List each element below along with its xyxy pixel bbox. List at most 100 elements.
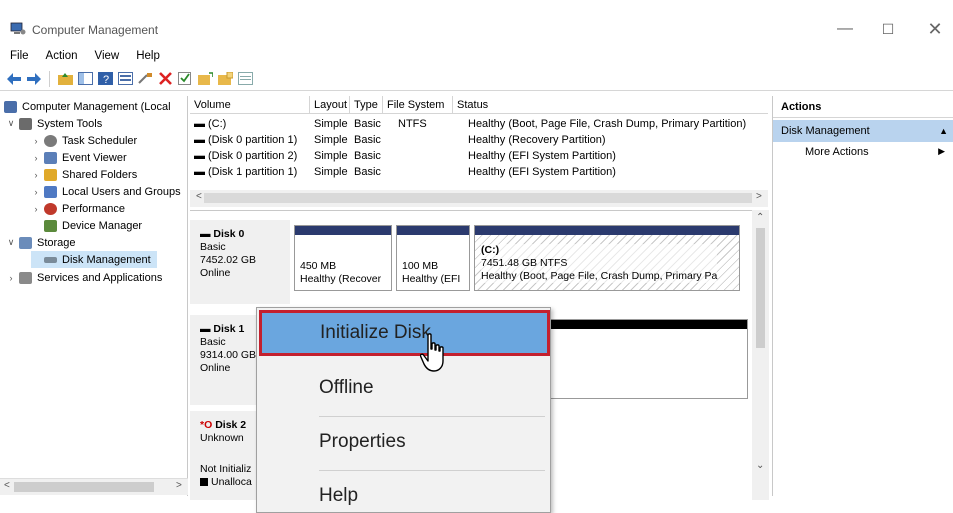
menu-item-help[interactable]: Help	[257, 472, 550, 513]
partition-size: 7451.48 GB NTFS	[481, 257, 568, 269]
volume-row[interactable]: ▬ (C:) Simple Basic NTFS Healthy (Boot, …	[190, 116, 768, 132]
menu-bar: File Action View Help	[0, 48, 167, 66]
forward-icon[interactable]	[26, 71, 42, 87]
scroll-down-icon[interactable]: ⌄	[756, 460, 764, 471]
partition-band	[397, 226, 469, 235]
close-button[interactable]: ✕	[920, 18, 950, 40]
partition-efi[interactable]: 100 MB Healthy (EFI	[396, 225, 470, 291]
expand-arrow-icon[interactable]: ›	[31, 136, 41, 146]
scroll-left-icon[interactable]: <	[4, 480, 10, 491]
tree-item-computer-management[interactable]: Computer Management (Local	[4, 98, 171, 115]
column-header-file-system[interactable]: File System	[383, 96, 453, 114]
scroll-right-icon[interactable]: >	[756, 191, 762, 202]
partition-status: Healthy (Boot, Page File, Crash Dump, Pr…	[481, 270, 718, 282]
disk-type: Basic	[200, 241, 226, 253]
tree-item-system-tools[interactable]: ∨ System Tools	[6, 115, 102, 132]
column-header-layout[interactable]: Layout	[310, 96, 350, 114]
services-icon	[19, 271, 32, 284]
users-icon	[44, 185, 57, 198]
expand-arrow-icon[interactable]: ∨	[6, 118, 16, 129]
up-folder-icon[interactable]	[57, 71, 73, 87]
column-header-volume[interactable]: Volume	[190, 96, 310, 114]
tree-horizontal-scrollbar[interactable]: < >	[0, 478, 188, 495]
volume-status: Healthy (EFI System Partition)	[468, 166, 616, 178]
tree-item-local-users-groups[interactable]: › Local Users and Groups	[31, 183, 181, 200]
tree-item-event-viewer[interactable]: › Event Viewer	[31, 149, 127, 166]
partition-c-drive[interactable]: (C:) 7451.48 GB NTFS Healthy (Boot, Page…	[474, 225, 740, 291]
menu-help[interactable]: Help	[126, 48, 167, 66]
scrollbar-thumb[interactable]	[204, 193, 752, 203]
volume-layout: Simple	[314, 150, 348, 162]
menu-item-initialize-disk[interactable]: Initialize Disk	[259, 310, 550, 356]
expand-arrow-icon[interactable]: ∨	[6, 237, 16, 248]
tree-item-label: Disk Management	[62, 253, 151, 266]
disk-0-label[interactable]: ▬ Disk 0 Basic 7452.02 GB Online	[190, 220, 290, 304]
column-header-status[interactable]: Status	[453, 96, 768, 114]
partition-name: (C:)	[481, 244, 500, 256]
volume-drive-icon: ▬	[194, 150, 205, 162]
computer-management-icon	[10, 22, 26, 35]
maximize-button[interactable]: ☐	[873, 18, 903, 40]
expand-arrow-icon[interactable]: ›	[31, 153, 41, 163]
volume-row[interactable]: ▬ (Disk 1 partition 1) Simple Basic Heal…	[190, 164, 768, 180]
tree-item-performance[interactable]: › Performance	[31, 200, 125, 217]
volume-name: (Disk 1 partition 1)	[208, 166, 298, 178]
tree-item-label: Local Users and Groups	[62, 185, 181, 198]
new-folder-icon[interactable]	[217, 71, 233, 87]
volume-status: Healthy (Recovery Partition)	[468, 134, 606, 146]
tree-item-storage[interactable]: ∨ Storage	[6, 234, 76, 251]
disk-management-icon	[44, 256, 57, 263]
expand-arrow-icon[interactable]: ›	[31, 187, 41, 197]
more-actions-link[interactable]: More Actions	[805, 146, 869, 158]
menu-view[interactable]: View	[85, 48, 127, 66]
volume-list-horizontal-scrollbar[interactable]: < >	[190, 190, 768, 207]
disk-icon: ▬	[200, 228, 211, 240]
check-icon[interactable]	[177, 71, 193, 87]
expand-arrow-icon[interactable]: ›	[31, 170, 41, 180]
menu-item-offline[interactable]: Offline	[257, 364, 550, 412]
scroll-right-icon[interactable]: >	[176, 480, 182, 491]
menu-file[interactable]: File	[0, 48, 36, 66]
volume-row[interactable]: ▬ (Disk 0 partition 1) Simple Basic Heal…	[190, 132, 768, 148]
actions-pane: Actions Disk Management ▲ More Actions ▶	[772, 96, 953, 496]
partition-recovery[interactable]: 450 MB Healthy (Recover	[294, 225, 392, 291]
scrollbar-thumb[interactable]	[756, 228, 765, 348]
scrollbar-thumb[interactable]	[14, 482, 154, 492]
menu-item-properties[interactable]: Properties	[257, 418, 550, 466]
delete-icon[interactable]	[157, 71, 173, 87]
scroll-up-icon[interactable]: ⌃	[756, 212, 764, 223]
volume-type: Basic	[354, 150, 381, 162]
unallocated-swatch-icon	[200, 478, 208, 487]
view-list-icon[interactable]	[237, 71, 253, 87]
disk-area-vertical-scrollbar[interactable]: ⌃ ⌄	[752, 210, 769, 500]
collapse-caret-icon[interactable]: ▲	[939, 120, 948, 142]
volume-status: Healthy (Boot, Page File, Crash Dump, Pr…	[468, 118, 747, 130]
actions-section-disk-management[interactable]: Disk Management ▲	[773, 120, 953, 142]
help-icon[interactable]: ?	[97, 71, 113, 87]
back-icon[interactable]	[6, 71, 22, 87]
performance-icon	[44, 202, 57, 215]
volume-row[interactable]: ▬ (Disk 0 partition 2) Simple Basic Heal…	[190, 148, 768, 164]
open-folder-icon[interactable]	[197, 71, 213, 87]
volume-name: (C:)	[208, 118, 227, 130]
expand-arrow-icon[interactable]: ›	[31, 204, 41, 214]
tree-item-task-scheduler[interactable]: › Task Scheduler	[31, 132, 137, 149]
partition-status: Healthy (EFI	[402, 273, 461, 285]
properties-icon[interactable]	[117, 71, 133, 87]
minimize-button[interactable]: —	[830, 18, 860, 40]
expand-arrow-icon[interactable]: ›	[6, 273, 16, 283]
tree-item-disk-management[interactable]: Disk Management	[31, 251, 157, 268]
column-header-type[interactable]: Type	[350, 96, 383, 114]
tree-item-services-applications[interactable]: › Services and Applications	[6, 269, 162, 286]
submenu-arrow-icon[interactable]: ▶	[938, 146, 945, 157]
show-hide-tree-icon[interactable]	[77, 71, 93, 87]
scroll-left-icon[interactable]: <	[196, 191, 202, 202]
disk-context-menu: Initialize Disk Offline Properties Help	[256, 307, 551, 513]
tree-item-device-manager[interactable]: Device Manager	[31, 217, 142, 234]
tree-item-shared-folders[interactable]: › Shared Folders	[31, 166, 137, 183]
volume-layout: Simple	[314, 166, 348, 178]
connect-icon[interactable]	[137, 71, 153, 87]
storage-icon	[19, 236, 32, 249]
volume-status: Healthy (EFI System Partition)	[468, 150, 616, 162]
menu-action[interactable]: Action	[36, 48, 85, 66]
